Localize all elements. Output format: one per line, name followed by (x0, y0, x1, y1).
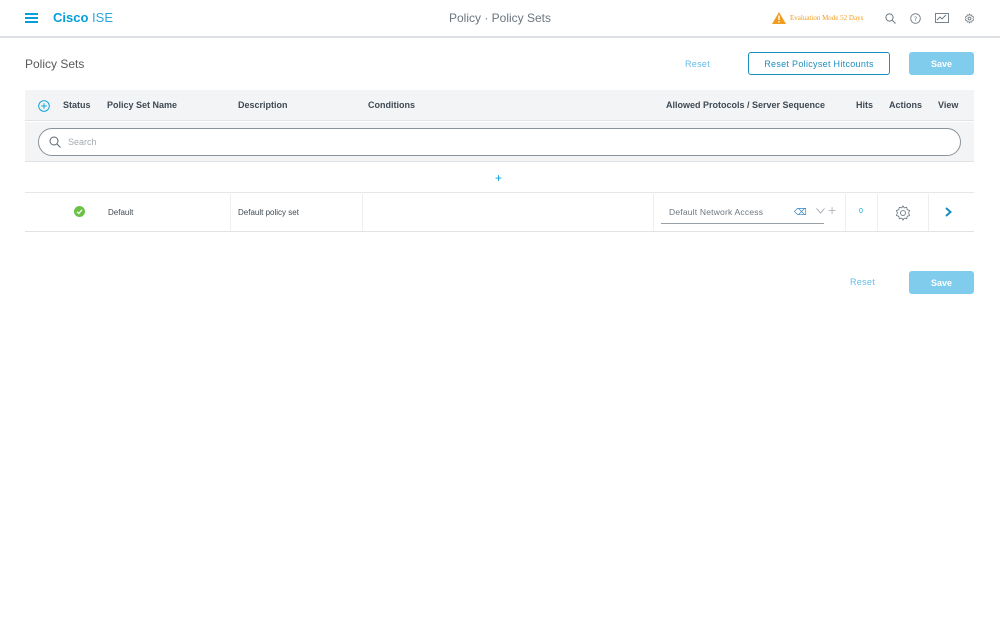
allowed-protocols-select[interactable]: Default Network Access ⌫ (661, 200, 825, 224)
reset-button[interactable]: Reset (685, 59, 710, 69)
column-status[interactable]: Status (63, 100, 91, 110)
brand-logo[interactable]: Cisco ISE (53, 10, 113, 26)
cell-divider (230, 194, 231, 231)
dashboard-icon[interactable] (934, 10, 950, 26)
footer-reset-button[interactable]: Reset (850, 277, 875, 287)
warning-icon (772, 12, 786, 24)
column-hits[interactable]: Hits (856, 100, 873, 110)
search-icon[interactable] (882, 10, 898, 26)
section-title: Policy Sets (25, 57, 85, 71)
clear-icon[interactable]: ⌫ (794, 207, 807, 217)
save-button[interactable]: Save (909, 52, 974, 75)
add-protocol-icon[interactable]: + (828, 203, 836, 217)
add-row-icon[interactable]: + (495, 171, 502, 185)
allowed-protocols-value: Default Network Access (669, 207, 764, 217)
chevron-down-icon[interactable] (816, 208, 825, 214)
search-row (25, 122, 974, 162)
footer-save-button[interactable]: Save (909, 271, 974, 294)
cell-divider (928, 194, 929, 231)
svg-text:?: ? (913, 15, 916, 23)
table-row[interactable]: Default Default policy set Default Netwo… (25, 194, 974, 232)
table-header: Status Policy Set Name Description Condi… (25, 90, 974, 121)
column-actions: Actions (889, 100, 923, 110)
settings-icon[interactable] (961, 10, 977, 26)
column-policy-set-name[interactable]: Policy Set Name (107, 100, 177, 110)
policy-set-name[interactable]: Default (108, 208, 133, 217)
evaluation-text: Evaluation Mode 52 Days (790, 14, 864, 22)
search-icon (49, 136, 61, 148)
top-header: Cisco ISE Policy · Policy Sets Evaluatio… (0, 0, 1000, 38)
search-input[interactable] (68, 134, 948, 150)
search-box[interactable] (38, 128, 961, 156)
column-view: View (938, 100, 959, 110)
gear-icon[interactable] (894, 204, 912, 222)
cell-divider (877, 194, 878, 231)
menu-icon[interactable] (25, 13, 38, 23)
hits-count[interactable]: 0 (859, 208, 863, 215)
column-description[interactable]: Description (238, 100, 288, 110)
chevron-right-icon[interactable] (943, 207, 953, 217)
reset-hitcounts-button[interactable]: Reset Policyset Hitcounts (748, 52, 890, 75)
cell-divider (653, 194, 654, 231)
add-row: + (25, 163, 974, 193)
add-policy-set-icon[interactable] (38, 100, 50, 112)
cell-divider (845, 194, 846, 231)
policy-set-description[interactable]: Default policy set (238, 208, 299, 217)
column-conditions[interactable]: Conditions (368, 100, 415, 110)
evaluation-banner[interactable]: Evaluation Mode 52 Days (772, 11, 863, 25)
help-icon[interactable]: ? (907, 10, 923, 26)
column-allowed-protocols[interactable]: Allowed Protocols / Server Sequence (666, 100, 825, 110)
cell-divider (362, 194, 363, 231)
status-enabled-icon[interactable] (74, 206, 85, 217)
